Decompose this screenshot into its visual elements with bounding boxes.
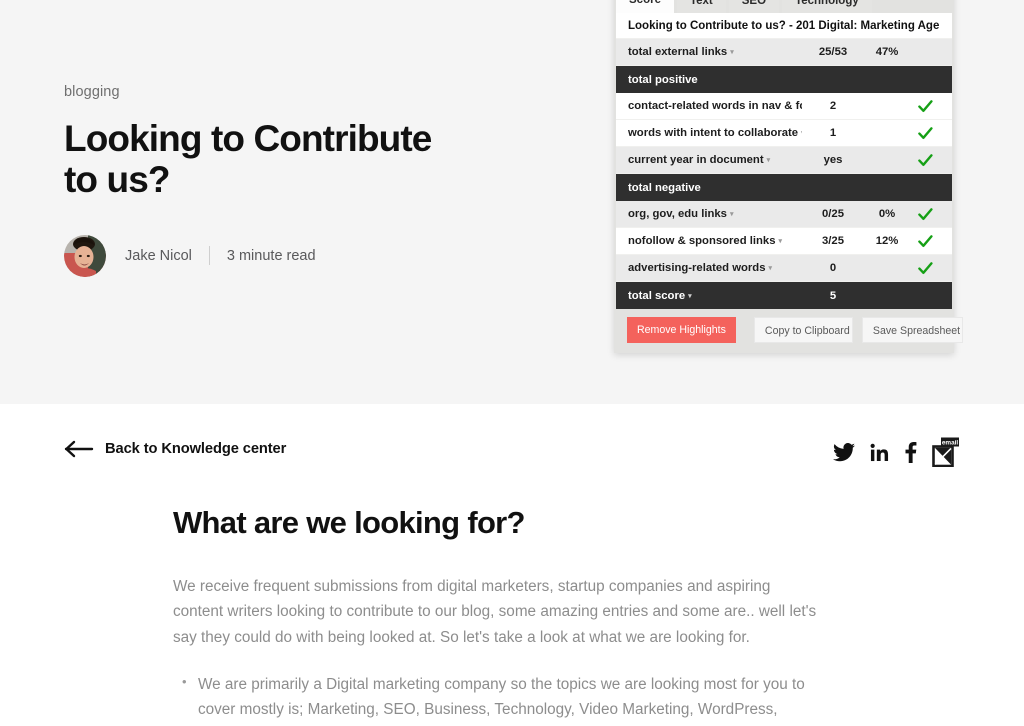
panel-row-value: 0/25 <box>822 208 844 220</box>
social-share-list: email <box>833 437 960 467</box>
back-link-label: Back to Knowledge center <box>105 441 287 457</box>
back-to-knowledge-center-link[interactable]: Back to Knowledge center <box>64 440 286 458</box>
hero-section: blogging Looking to Contribute to us? Ja… <box>0 0 1024 404</box>
panel-page-title: Looking to Contribute to us? - 201 Digit… <box>628 19 940 32</box>
panel-row: advertising-related words ▾ 0 <box>616 255 952 282</box>
save-spreadsheet-button[interactable]: Save Spreadsheet <box>861 317 963 343</box>
page-title: Looking to Contribute to us? <box>64 118 432 201</box>
article-heading: What are we looking for? <box>173 505 525 540</box>
arrow-left-icon <box>64 440 94 458</box>
panel-tab-technology[interactable]: Technology <box>782 0 872 13</box>
panel-row-label: total positive <box>628 73 698 86</box>
panel-tab-bar: Score Text SEO Technology <box>614 0 954 13</box>
hero-text-block: blogging Looking to Contribute to us? Ja… <box>64 84 524 277</box>
panel-row: total negative <box>616 174 952 201</box>
article-body: What are we looking for? We receive freq… <box>0 505 1024 726</box>
panel-row: total external links ▾ 25/53 47% <box>616 39 952 66</box>
email-icon[interactable]: email <box>932 437 960 467</box>
check-icon <box>910 261 940 275</box>
panel-row-label: org, gov, edu links ▾ <box>628 208 734 220</box>
panel-row-percent: 12% <box>875 235 899 247</box>
category-eyebrow: blogging <box>64 84 120 100</box>
copy-to-clipboard-button[interactable]: Copy to Clipboard <box>753 317 853 343</box>
panel-row-label: total score ▾ <box>628 289 692 302</box>
chevron-down-icon[interactable]: ▾ <box>779 237 783 245</box>
panel-row-value: yes <box>823 154 843 166</box>
panel-row-value: 3/25 <box>822 235 844 247</box>
twitter-icon[interactable] <box>833 439 855 465</box>
panel-row-label: words with intent to collaborate▾ <box>628 127 802 139</box>
linkedin-icon[interactable] <box>870 439 889 465</box>
check-icon <box>910 207 940 221</box>
panel-row-value: 2 <box>829 100 837 112</box>
facebook-icon[interactable] <box>904 439 917 465</box>
article-paragraph: We receive frequent submissions from dig… <box>173 578 817 646</box>
panel-action-bar: Remove Highlights Copy to Clipboard Save… <box>614 309 963 353</box>
chevron-down-icon[interactable]: ▾ <box>730 48 734 56</box>
panel-row-percent: 47% <box>875 46 899 58</box>
author-name: Jake Nicol <box>125 247 192 264</box>
panel-tab-score[interactable]: Score <box>616 0 674 13</box>
panel-row: total positive <box>616 66 952 93</box>
byline: Jake Nicol 3 minute read <box>64 234 524 277</box>
list-item: We are primarily a Digital marketing com… <box>182 671 823 726</box>
chevron-down-icon[interactable]: ▾ <box>767 156 771 164</box>
panel-row: total score ▾ 5 <box>616 282 952 309</box>
chevron-down-icon[interactable]: ▾ <box>688 292 692 300</box>
panel-row-label: total external links ▾ <box>628 46 734 58</box>
panel-page-title-row: Looking to Contribute to us? - 201 Digit… <box>616 13 952 39</box>
remove-highlights-button[interactable]: Remove Highlights <box>627 317 736 343</box>
panel-row: nofollow & sponsored links ▾ 3/25 12% <box>616 228 952 255</box>
article-navbar: Back to Knowledge center email <box>0 404 1024 506</box>
read-time: 3 minute read <box>226 247 316 264</box>
panel-body: Looking to Contribute to us? - 201 Digit… <box>616 13 952 309</box>
article-bullet-list: We are primarily a Digital marketing com… <box>173 671 823 726</box>
panel-row-label: nofollow & sponsored links ▾ <box>628 235 783 247</box>
panel-row-percent: 0% <box>878 208 896 220</box>
panel-tab-text[interactable]: Text <box>676 0 726 13</box>
check-icon <box>910 126 940 140</box>
panel-row-value: 1 <box>829 127 837 139</box>
check-icon <box>910 153 940 167</box>
check-icon <box>910 234 940 248</box>
chevron-down-icon[interactable]: ▾ <box>768 264 772 272</box>
byline-divider <box>208 246 210 266</box>
panel-row-label: current year in document ▾ <box>628 154 771 166</box>
panel-row: contact-related words in nav & footer▾ 2 <box>616 93 952 120</box>
article-inner: What are we looking for? We receive freq… <box>173 505 823 726</box>
panel-row-value: 25/53 <box>818 46 848 58</box>
seo-analysis-panel: Score Text SEO Technology Looking to Contri… <box>614 0 963 353</box>
panel-row-value: 0 <box>829 262 837 274</box>
panel-row: current year in document ▾ yes <box>616 147 952 174</box>
panel-tab-seo[interactable]: SEO <box>728 0 780 13</box>
panel-row: words with intent to collaborate▾ 1 <box>616 120 952 147</box>
avatar <box>64 234 106 277</box>
panel-metric-rows: total external links ▾ 25/53 47% total posit… <box>616 39 952 309</box>
panel-row-label: total negative <box>628 181 701 194</box>
check-icon <box>910 99 940 113</box>
chevron-down-icon[interactable]: ▾ <box>730 210 734 218</box>
panel-row-value: 5 <box>829 289 837 302</box>
panel-row-label: contact-related words in nav & footer▾ <box>628 100 802 112</box>
panel-row-label: advertising-related words ▾ <box>628 262 772 274</box>
panel-row: org, gov, edu links ▾ 0/25 0% <box>616 201 952 228</box>
